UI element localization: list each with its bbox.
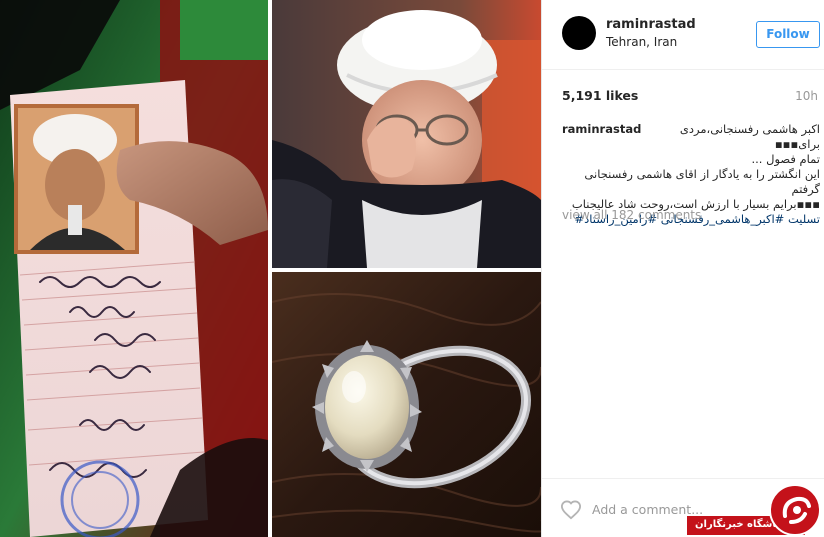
caption-line-2: تمام فصول ... (751, 152, 820, 166)
news-logo-icon (769, 484, 821, 536)
likes-count[interactable]: 5,191 likes (562, 88, 638, 103)
watermark-text: باشگاه خبرنگاران (695, 519, 780, 530)
instagram-post: raminrastad Tehran, Iran Follow 5,191 li… (0, 0, 824, 537)
cleric-photo[interactable] (272, 0, 541, 268)
follow-button[interactable]: Follow (756, 21, 820, 48)
caption-first-row: raminrastad اکبر هاشمی رفسنجانی،مردی برا… (562, 122, 820, 152)
id-card-photo[interactable] (0, 0, 268, 537)
view-all-comments-link[interactable]: view all 182 comments (562, 208, 701, 222)
photo-collage (0, 0, 541, 537)
cleric-illustration (272, 0, 541, 268)
id-card-illustration (0, 0, 268, 537)
ring-photo[interactable] (272, 272, 541, 537)
post-header: raminrastad Tehran, Iran Follow (542, 0, 824, 70)
avatar[interactable] (562, 16, 596, 50)
heart-outline-icon[interactable] (560, 500, 582, 520)
post-timestamp: 10h (795, 89, 818, 103)
ring-illustration (272, 272, 541, 537)
username-link[interactable]: raminrastad (606, 17, 696, 32)
post-panel: raminrastad Tehran, Iran Follow 5,191 li… (541, 0, 824, 537)
caption-username[interactable]: raminrastad (562, 122, 641, 152)
caption-line-1: اکبر هاشمی رفسنجانی،مردی برای▪▪▪ (679, 122, 820, 151)
location-link[interactable]: Tehran, Iran (606, 35, 677, 49)
news-watermark: باشگاه خبرنگاران (687, 482, 824, 537)
caption-line-3: این انگشتر را به یادگار از اقای هاشمی رف… (584, 167, 820, 196)
